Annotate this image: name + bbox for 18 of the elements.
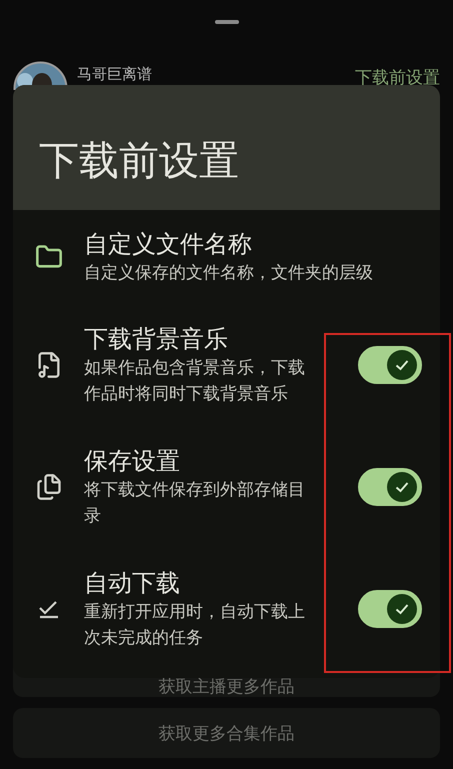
setting-description: 自定义保存的文件名称，文件夹的层级 [84,262,374,285]
settings-link[interactable]: 下载前设置 [355,66,440,88]
sheet-handle[interactable] [214,20,238,24]
author-name: 马哥巨离谱 [77,65,152,84]
setting-title: 下载背景音乐 [84,324,229,355]
setting-description: 将下载文件保存到外部存储目录 [84,479,306,528]
files-icon [34,473,62,501]
setting-title: 自定义文件名称 [84,229,253,260]
load-more-button[interactable]: 获取更多合集作品 [13,708,440,758]
toggle-switch[interactable] [358,468,422,506]
setting-description: 重新打开应用时，自动下载上次未完成的任务 [84,601,306,650]
dialog-title: 下载前设置 [39,137,239,186]
toggle-switch[interactable] [358,590,422,628]
setting-title: 保存设置 [84,446,181,477]
setting-title: 自动下载 [84,568,181,599]
check-icon [38,599,60,619]
setting-description: 如果作品包含背景音乐，下载作品时将同时下载背景音乐 [84,357,306,406]
toggle-switch[interactable] [358,346,422,384]
